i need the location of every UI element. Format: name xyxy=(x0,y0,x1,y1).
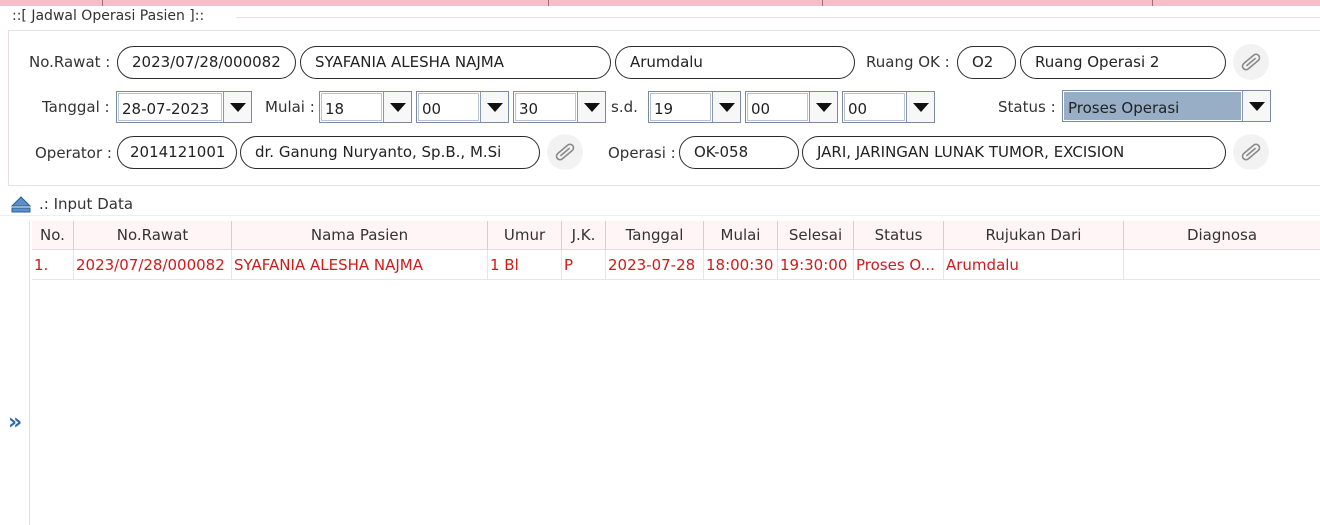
table-cell: P xyxy=(562,250,606,280)
operasi-nama-field[interactable]: JARI, JARINGAN LUNAK TUMOR, EXCISION xyxy=(802,136,1226,169)
selesai-menit-value: 00 xyxy=(747,93,808,121)
asal-field[interactable]: Arumdalu xyxy=(615,46,855,79)
paperclip-icon[interactable] xyxy=(1233,44,1269,80)
window-top-bar xyxy=(0,0,1320,6)
status-select[interactable]: Proses Operasi xyxy=(1062,90,1271,122)
column-header[interactable]: Nama Pasien xyxy=(232,221,488,250)
table-cell: 2023/07/28/000082 xyxy=(74,250,232,280)
status-value: Proses Operasi xyxy=(1064,92,1241,120)
column-header[interactable]: Tanggal xyxy=(606,221,704,250)
column-header[interactable]: Selesai xyxy=(778,221,854,250)
column-header[interactable]: J.K. xyxy=(562,221,606,250)
chevron-down-icon[interactable] xyxy=(712,92,740,122)
status-label: Status : xyxy=(998,98,1056,116)
operasi-label: Operasi : xyxy=(608,144,676,162)
operator-label: Operator : xyxy=(35,144,112,162)
column-header[interactable]: No.Rawat xyxy=(74,221,232,250)
mulai-menit-value: 00 xyxy=(418,93,479,121)
panel-title: ::[ Jadwal Operasi Pasien ]:: xyxy=(12,8,209,24)
sd-label: s.d. xyxy=(611,98,638,116)
no-rawat-label: No.Rawat : xyxy=(29,53,111,71)
ruang-nama-field[interactable]: Ruang Operasi 2 xyxy=(1020,46,1226,79)
mulai-detik-value: 30 xyxy=(515,93,576,121)
nama-pasien-field[interactable]: SYAFANIA ALESHA NAJMA xyxy=(300,46,611,79)
chevron-down-icon[interactable] xyxy=(577,92,605,122)
table-cell: 1 Bl xyxy=(488,250,562,280)
column-header[interactable]: Status xyxy=(854,221,944,250)
input-data-label: .: Input Data xyxy=(39,195,134,213)
selesai-menit-select[interactable]: 00 xyxy=(745,91,838,123)
table-cell: 2023-07-28 xyxy=(606,250,704,280)
table-cell xyxy=(1124,250,1320,280)
section-divider xyxy=(0,215,1320,216)
column-header[interactable]: Mulai xyxy=(704,221,778,250)
ruang-ok-label: Ruang OK : xyxy=(866,53,950,71)
side-strip xyxy=(6,221,30,525)
mulai-jam-select[interactable]: 18 xyxy=(319,91,412,123)
title-divider xyxy=(236,17,1320,18)
column-header[interactable]: Diagnosa xyxy=(1124,221,1320,250)
mulai-menit-select[interactable]: 00 xyxy=(416,91,509,123)
selesai-jam-value: 19 xyxy=(650,93,711,121)
table-cell: Proses O... xyxy=(854,250,944,280)
tanggal-select[interactable]: 28-07-2023 xyxy=(116,91,252,123)
table-row[interactable]: 1. 2023/07/28/000082 SYAFANIA ALESHA NAJ… xyxy=(32,250,1320,280)
data-table: No. No.Rawat Nama Pasien Umur J.K. Tangg… xyxy=(32,221,1320,525)
selesai-jam-select[interactable]: 19 xyxy=(648,91,741,123)
table-cell: Arumdalu xyxy=(944,250,1124,280)
chevron-down-icon[interactable] xyxy=(809,92,837,122)
tanggal-label: Tanggal : xyxy=(42,98,110,116)
chevron-down-icon[interactable] xyxy=(223,92,251,122)
mulai-label: Mulai : xyxy=(265,98,315,116)
column-header[interactable]: No. xyxy=(32,221,74,250)
double-chevron-right-icon[interactable]: » xyxy=(8,412,22,434)
collapse-up-icon[interactable] xyxy=(10,196,32,214)
operator-nama-field[interactable]: dr. Ganung Nuryanto, Sp.B., M.Si xyxy=(240,136,540,169)
operasi-kode-field[interactable]: OK-058 xyxy=(679,136,799,169)
table-cell: SYAFANIA ALESHA NAJMA xyxy=(232,250,488,280)
table-cell: 1. xyxy=(32,250,74,280)
operator-kode-field[interactable]: 2014121001 xyxy=(117,136,237,169)
mulai-jam-value: 18 xyxy=(321,93,382,121)
chevron-down-icon[interactable] xyxy=(480,92,508,122)
tanggal-value: 28-07-2023 xyxy=(118,93,222,121)
chevron-down-icon[interactable] xyxy=(1242,91,1270,121)
mulai-detik-select[interactable]: 30 xyxy=(513,91,606,123)
ruang-kode-field[interactable]: O2 xyxy=(957,46,1016,79)
no-rawat-field[interactable]: 2023/07/28/000082 xyxy=(117,46,296,79)
chevron-down-icon[interactable] xyxy=(383,92,411,122)
paperclip-icon[interactable] xyxy=(547,134,583,170)
paperclip-icon[interactable] xyxy=(1233,134,1269,170)
selesai-detik-select[interactable]: 00 xyxy=(842,91,935,123)
table-cell: 19:30:00 xyxy=(778,250,854,280)
column-header[interactable]: Umur xyxy=(488,221,562,250)
table-cell: 18:00:30 xyxy=(704,250,778,280)
column-header[interactable]: Rujukan Dari xyxy=(944,221,1124,250)
table-header: No. No.Rawat Nama Pasien Umur J.K. Tangg… xyxy=(32,221,1320,250)
selesai-detik-value: 00 xyxy=(844,93,905,121)
chevron-down-icon[interactable] xyxy=(906,92,934,122)
